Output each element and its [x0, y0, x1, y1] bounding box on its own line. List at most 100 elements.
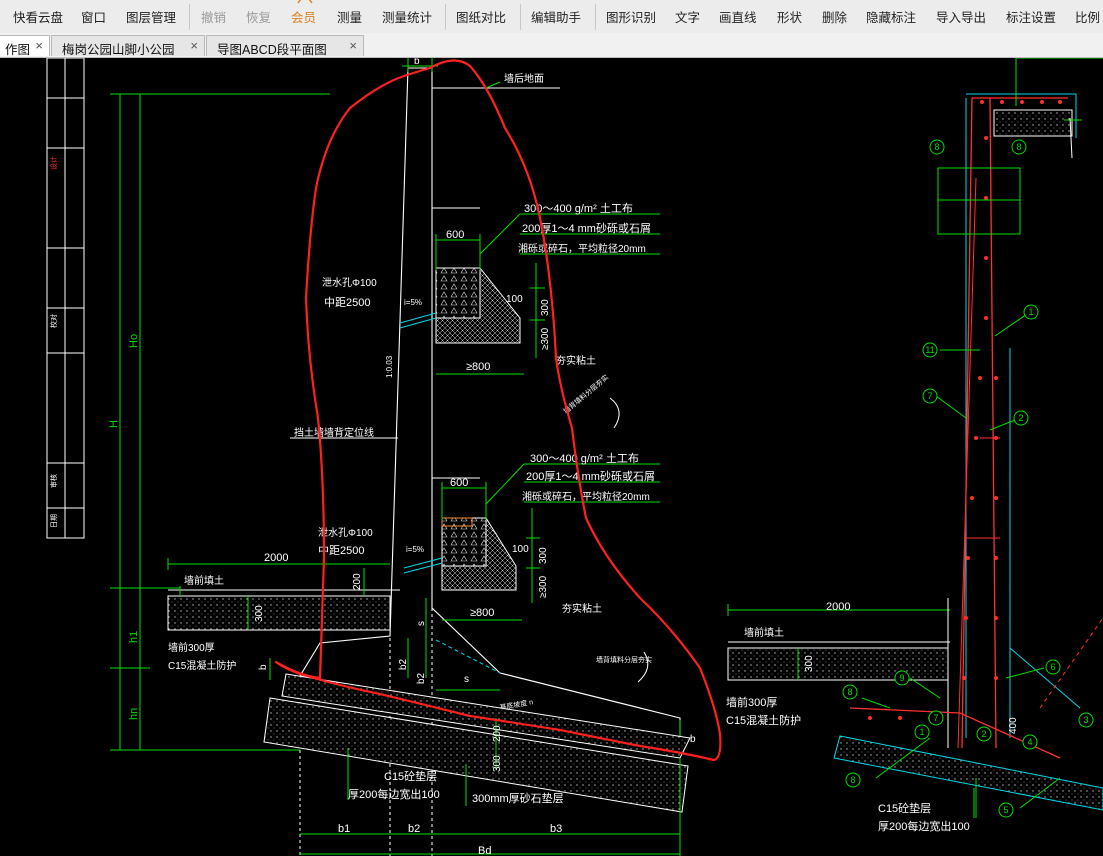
dim-300-right: 300 — [804, 655, 815, 672]
main-toolbar: 快看云盘 窗口 图层管理 撤销 恢复 会员 测量 测量统计 图纸对比 编辑助手 … — [0, 0, 1103, 34]
cloud-disk-button[interactable]: 快看云盘 — [13, 0, 65, 33]
front-fill-right — [727, 604, 950, 681]
edit-assistant-button[interactable]: 编辑助手 — [531, 0, 583, 33]
dim-Ho: Ho — [128, 334, 140, 348]
vertical-dimensions — [110, 93, 330, 751]
shape-recognition-button[interactable]: 图形识别 — [606, 0, 658, 33]
tab-meigang-park[interactable]: 梅岗公园山脚小公园 × — [51, 35, 205, 57]
cushion-label: 厚200每边宽出100 — [878, 819, 970, 833]
front-fill-label: 墙前填土 — [184, 574, 224, 587]
marker-label: 8 — [850, 775, 855, 785]
sand-gravel-label: 200厚1～4 mm砂砾或石屑 — [526, 470, 655, 483]
scale-button[interactable]: 比例 — [1075, 0, 1103, 33]
redo-button[interactable]: 恢复 — [246, 0, 274, 33]
toolbar-divider — [520, 4, 521, 30]
backfill-note: 墙背填料分层夯实 — [562, 373, 611, 416]
cushion-label: 厚200每边宽出100 — [348, 787, 440, 801]
measure-button[interactable]: 测量 — [337, 0, 365, 33]
front-fill-left — [167, 558, 400, 631]
dim-b2: b2 — [416, 672, 427, 684]
drawing-canvas[interactable]: 设计 校对 审核 日期 Ho H h1 hn b 墙后地面 600 300～40… — [0, 58, 1103, 856]
red-markup-outline — [274, 59, 722, 762]
title-block-text: 审核 — [49, 474, 58, 488]
drain-hole-label: 泄水孔Φ100 — [318, 526, 373, 539]
draw-line-button[interactable]: 画直线 — [719, 0, 759, 33]
dim-s: s — [416, 621, 427, 626]
layer-manager-button[interactable]: 图层管理 — [126, 0, 178, 33]
marker-label: 8 — [1016, 142, 1021, 152]
dim-b1: b1 — [338, 823, 350, 835]
toolbar-divider — [189, 4, 190, 30]
cad-drawing: 设计 校对 审核 日期 Ho H h1 hn b 墙后地面 600 300～40… — [46, 58, 1103, 856]
close-icon[interactable]: × — [349, 38, 357, 53]
crown-icon — [297, 0, 313, 4]
close-icon[interactable]: × — [190, 38, 198, 53]
front-fill-label: 墙前填土 — [744, 626, 784, 639]
dim-b2: b2 — [398, 658, 409, 670]
drain-hole-label: 泄水孔Φ100 — [322, 276, 377, 289]
dim-b-right: b — [690, 734, 696, 745]
hide-annotation-button[interactable]: 隐藏标注 — [866, 0, 918, 33]
backfill-note: 墙背填料分层夯实 — [596, 655, 652, 664]
geotextile-label: 300～400 g/m² 土工布 — [530, 452, 639, 465]
undo-button[interactable]: 撤销 — [201, 0, 229, 33]
sand-cushion-label: 300mm厚砂石垫层 — [472, 791, 564, 805]
member-button[interactable]: 会员 — [291, 0, 319, 33]
marker-label: 5 — [1003, 805, 1008, 815]
compare-drawings-button[interactable]: 图纸对比 — [456, 0, 508, 33]
dim-600: 600 — [446, 229, 464, 241]
dim-300-front: 300 — [254, 605, 265, 622]
dim-2000-right: 2000 — [826, 601, 850, 613]
measure-stats-button[interactable]: 测量统计 — [382, 0, 434, 33]
wall-position-label: 挡土墙墙背定位线 — [294, 426, 374, 439]
marker-label: 9 — [899, 673, 904, 683]
marker-label: 8 — [847, 687, 852, 697]
retaining-wall-outline — [299, 67, 681, 747]
dim-s: s — [464, 674, 469, 685]
dim-b2: b2 — [408, 823, 420, 835]
dim-Bd: Bd — [478, 845, 491, 856]
tab-drawing[interactable]: 作图 × — [0, 35, 50, 57]
dim-b3: b3 — [550, 823, 562, 835]
dim-100: 100 — [506, 294, 523, 305]
drain-spacing-label: 中距2500 — [324, 296, 370, 309]
text-button[interactable]: 文字 — [675, 0, 703, 33]
compacted-clay-label: 夯实粘土 — [562, 602, 602, 615]
lower-drain-filter — [403, 516, 517, 591]
title-block: 设计 校对 审核 日期 — [46, 58, 85, 539]
dim-800: ≥800 — [470, 607, 494, 619]
dim-2000-left: 2000 — [264, 552, 288, 564]
tab-abcd-plan[interactable]: 导图ABCD段平面图 × — [206, 35, 364, 57]
front-concrete-label: 墙前300厚 — [726, 695, 777, 709]
toolbar-divider — [595, 4, 596, 30]
title-block-red-text: 设计 — [49, 156, 58, 170]
close-icon[interactable]: × — [35, 38, 43, 53]
dim-b: b — [258, 664, 269, 670]
dim-hn: hn — [128, 708, 140, 720]
marker-label: 4 — [1027, 737, 1032, 747]
import-export-button[interactable]: 导入导出 — [936, 0, 988, 33]
shape-button[interactable]: 形状 — [777, 0, 805, 33]
geotextile-label: 300～400 g/m² 土工布 — [524, 202, 633, 215]
dim-800: ≥800 — [466, 361, 490, 373]
dim-H: H — [108, 420, 120, 428]
dim-400: 400 — [1008, 717, 1019, 734]
reinforced-wall-section — [833, 58, 1103, 811]
front-concrete-label: C15混凝土防护 — [726, 713, 801, 727]
cushion-label: C15砼垫层 — [878, 801, 931, 815]
marker-label: 1 — [1028, 307, 1033, 317]
annotation-settings-button[interactable]: 标注设置 — [1006, 0, 1058, 33]
dim-300-base: 300 — [492, 755, 503, 772]
compacted-clay-label: 夯实粘土 — [556, 354, 596, 367]
dim-600: 600 — [450, 477, 468, 489]
title-block-text: 日期 — [50, 514, 58, 528]
slope-label: i=5% — [406, 545, 424, 554]
cushion-label: C15砼垫层 — [384, 769, 437, 783]
document-tab-bar: 作图 × 梅岗公园山脚小公园 × 导图ABCD段平面图 × — [0, 33, 1103, 58]
delete-button[interactable]: 删除 — [822, 0, 850, 33]
crushed-stone-label: 湘砾或碎石，平均粒径20mm — [522, 490, 650, 503]
front-concrete-label: 墙前300厚 — [168, 641, 215, 654]
wall-back-ground-label: 墙后地面 — [504, 72, 544, 85]
marker-label: 1 — [919, 727, 924, 737]
window-button[interactable]: 窗口 — [81, 0, 109, 33]
